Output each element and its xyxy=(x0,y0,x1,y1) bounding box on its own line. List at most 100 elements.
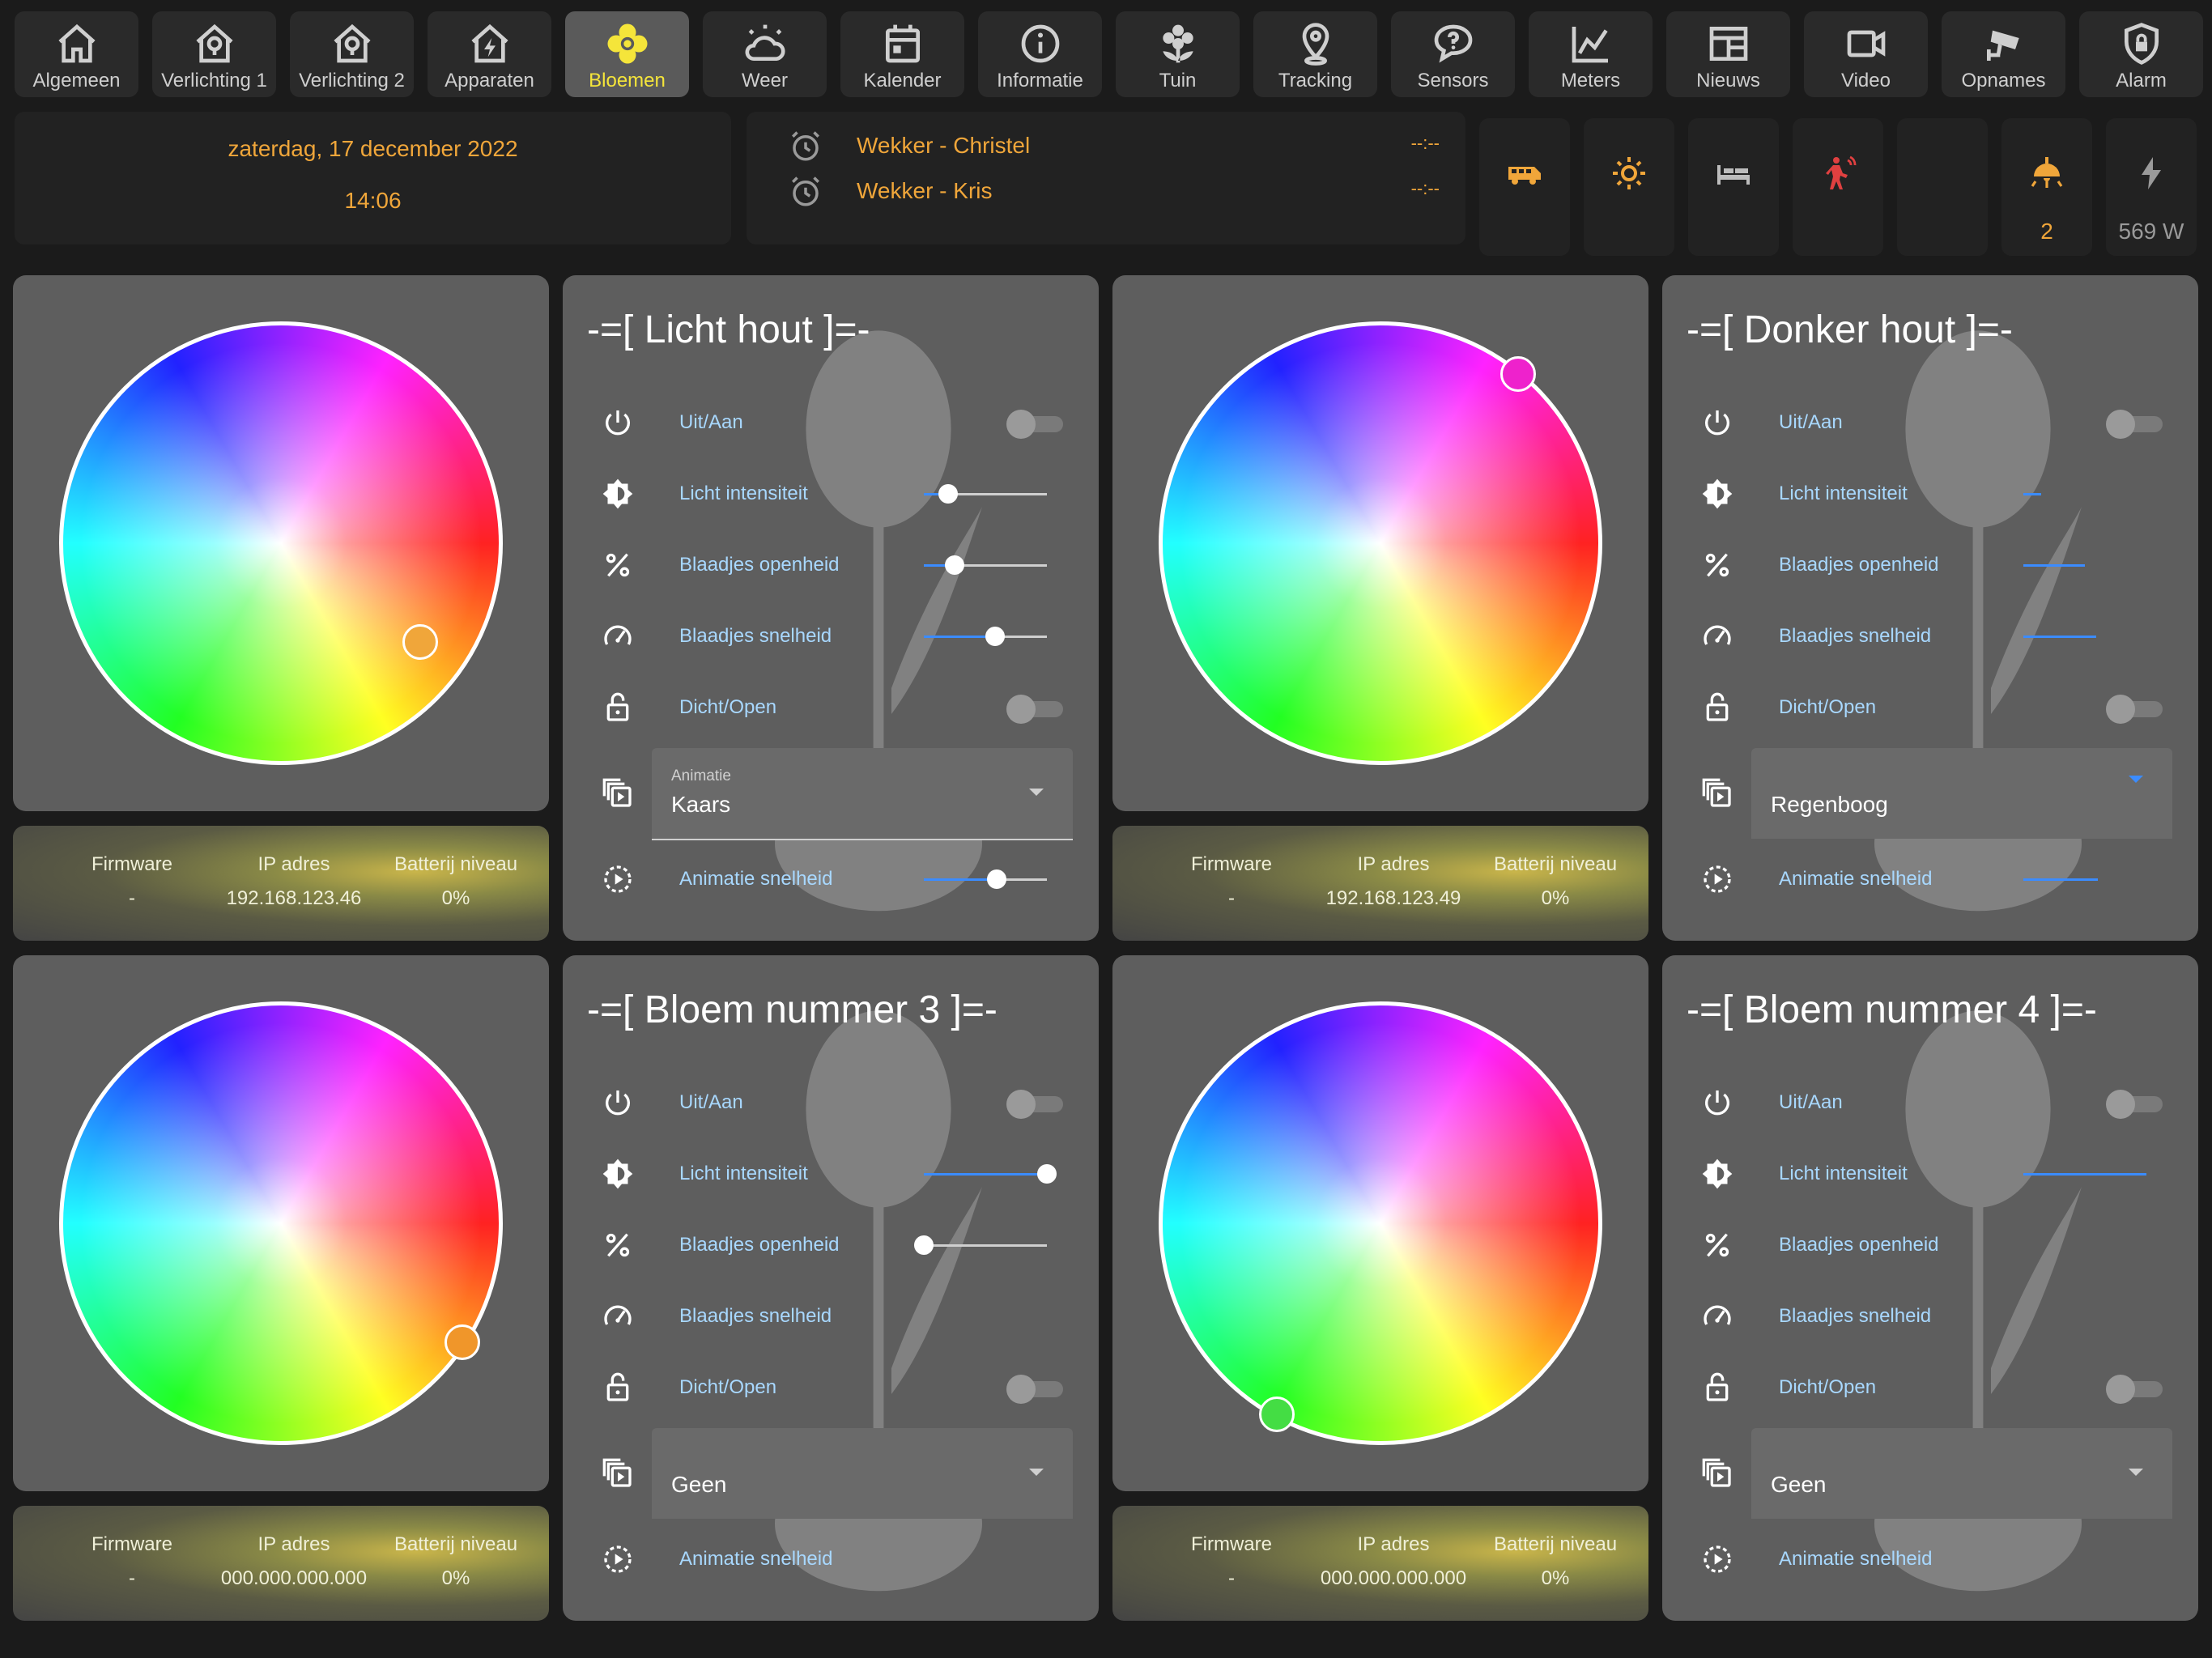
quick-tile-lights[interactable]: 2 xyxy=(2001,118,2092,256)
alarm-clock-icon xyxy=(792,176,819,206)
speed-row: Blaadjes snelheid xyxy=(563,612,1099,661)
speed-label: Blaadjes snelheid xyxy=(1779,1305,1932,1327)
nav-tab-sensors[interactable]: Sensors xyxy=(1391,11,1515,97)
nav-tab-weer[interactable]: Weer xyxy=(703,11,827,97)
flower-title: -=[ Licht hout ]=- xyxy=(587,308,870,351)
percent-icon xyxy=(1705,1233,1729,1257)
nav-tab-tuin[interactable]: Tuin xyxy=(1116,11,1240,97)
nav-tab-label: Nieuws xyxy=(1696,70,1760,91)
nav-tab-tracking[interactable]: Tracking xyxy=(1253,11,1377,97)
chevron-down-icon xyxy=(1029,789,1044,796)
nav-tab-informatie[interactable]: Informatie xyxy=(978,11,1102,97)
color-wheel[interactable] xyxy=(59,1001,503,1445)
firmware-value: - xyxy=(1228,1567,1235,1589)
animation-speed-slider[interactable] xyxy=(924,869,1047,889)
alarm-row[interactable]: Wekker - Christel --:-- xyxy=(747,126,1465,167)
brightness-icon xyxy=(1702,478,1733,509)
power-toggle[interactable] xyxy=(1006,1090,1065,1119)
nav-tab-video[interactable]: Video xyxy=(1804,11,1928,97)
animation-select[interactable]: Regenboog xyxy=(1751,748,2172,839)
shield-lock-icon xyxy=(2124,23,2159,65)
color-knob[interactable] xyxy=(445,1324,480,1360)
animation-speed-row: Animatie snelheid xyxy=(563,855,1099,903)
animation-select[interactable]: Geen xyxy=(652,1428,1073,1519)
intensity-slider[interactable] xyxy=(924,1164,1057,1184)
alarm-row[interactable]: Wekker - Kris --:-- xyxy=(747,172,1465,212)
power-toggle[interactable] xyxy=(1006,410,1065,439)
color-knob[interactable] xyxy=(1500,356,1536,392)
animation-select[interactable]: Geen xyxy=(1751,1428,2172,1519)
color-wheel[interactable] xyxy=(59,321,503,765)
intensity-slider[interactable] xyxy=(924,484,1047,504)
intensity-slider[interactable] xyxy=(2023,493,2146,495)
nav-tab-apparaten[interactable]: Apparaten xyxy=(428,11,551,97)
color-wheel[interactable] xyxy=(1159,321,1602,765)
nav-tab-alarm[interactable]: Alarm xyxy=(2079,11,2203,97)
color-wheel[interactable] xyxy=(1159,1001,1602,1445)
quick-tile-empty[interactable] xyxy=(1897,118,1988,256)
quick-tile-van[interactable] xyxy=(1479,118,1570,256)
nav-tab-label: Apparaten xyxy=(445,70,534,91)
nav-tab-label: Opnames xyxy=(1961,70,2046,91)
nav-tab-label: Tracking xyxy=(1278,70,1353,91)
quick-tile-power[interactable]: 569 W xyxy=(2106,118,2197,256)
map-pin-icon xyxy=(1302,23,1329,66)
lock-open-icon xyxy=(606,1372,629,1401)
quick-tile-bed[interactable] xyxy=(1688,118,1779,256)
quick-tile-motion[interactable] xyxy=(1793,118,1883,256)
power-row: Uit/Aan xyxy=(563,398,1099,447)
opening-slider[interactable] xyxy=(914,1235,1047,1255)
nav-tab-nieuws[interactable]: Nieuws xyxy=(1666,11,1790,97)
quick-tile-sun[interactable] xyxy=(1584,118,1674,256)
flash-icon xyxy=(2142,157,2161,189)
nav-tab-verlichting-1[interactable]: Verlichting 1 xyxy=(152,11,276,97)
alarm-clock-icon xyxy=(792,131,819,161)
video-camera-icon xyxy=(1847,30,1885,57)
close-toggle[interactable] xyxy=(1006,695,1065,724)
intensity-label: Licht intensiteit xyxy=(679,1163,808,1184)
home-icon xyxy=(57,23,96,63)
nav-tab-opnames[interactable]: Opnames xyxy=(1942,11,2065,97)
close-row: Dicht/Open xyxy=(563,1363,1099,1412)
power-toggle[interactable] xyxy=(2106,410,2164,439)
color-knob[interactable] xyxy=(402,624,438,660)
speed-row: Blaadjes snelheid xyxy=(563,1292,1099,1341)
percent-icon xyxy=(606,553,630,577)
close-toggle[interactable] xyxy=(1006,1375,1065,1404)
nav-tab-meters[interactable]: Meters xyxy=(1529,11,1653,97)
animation-speed-row: Animatie snelheid xyxy=(1662,1535,2198,1584)
firmware-value: - xyxy=(1228,887,1235,909)
time-text: 14:06 xyxy=(344,188,402,213)
speed-slider[interactable] xyxy=(2023,636,2146,638)
power-label: Uit/Aan xyxy=(1779,1091,1843,1113)
intensity-slider[interactable] xyxy=(2023,1173,2146,1175)
speed-slider[interactable] xyxy=(924,627,1047,646)
nav-tab-kalender[interactable]: Kalender xyxy=(840,11,964,97)
intensity-row: Licht intensiteit xyxy=(1662,1150,2198,1198)
nav-tab-bloemen[interactable]: Bloemen xyxy=(565,11,689,97)
speed-row: Blaadjes snelheid xyxy=(1662,1292,2198,1341)
animation-speed-slider[interactable] xyxy=(2023,878,2146,881)
date-time-panel: zaterdag, 17 december 2022 14:06 xyxy=(15,112,731,244)
nav-tab-verlichting-2[interactable]: Verlichting 2 xyxy=(290,11,414,97)
power-icon xyxy=(1705,410,1729,436)
flower-control-card: -=[ Bloem nummer 4 ]=- Uit/Aan Licht int… xyxy=(1662,955,2198,1621)
alarm-time: --:-- xyxy=(1410,178,1440,198)
opening-row: Blaadjes openheid xyxy=(1662,541,2198,589)
close-toggle[interactable] xyxy=(2106,1375,2164,1404)
power-toggle[interactable] xyxy=(2106,1090,2164,1119)
opening-slider[interactable] xyxy=(2023,564,2146,567)
opening-label: Blaadjes openheid xyxy=(679,1234,840,1256)
color-wheel-card xyxy=(13,275,549,811)
nav-tab-label: Kalender xyxy=(863,70,942,91)
animation-select[interactable]: Animatie Kaars xyxy=(652,748,1073,840)
brightness-icon xyxy=(1702,1158,1733,1189)
color-knob[interactable] xyxy=(1259,1397,1295,1432)
firmware-value: - xyxy=(129,887,135,909)
nav-tab-algemeen[interactable]: Algemeen xyxy=(15,11,138,97)
opening-slider[interactable] xyxy=(924,555,1047,575)
animation-select-value: Regenboog xyxy=(1771,792,1888,817)
close-toggle[interactable] xyxy=(2106,695,2164,724)
power-row: Uit/Aan xyxy=(1662,398,2198,447)
alarm-name: Wekker - Kris xyxy=(857,178,993,203)
